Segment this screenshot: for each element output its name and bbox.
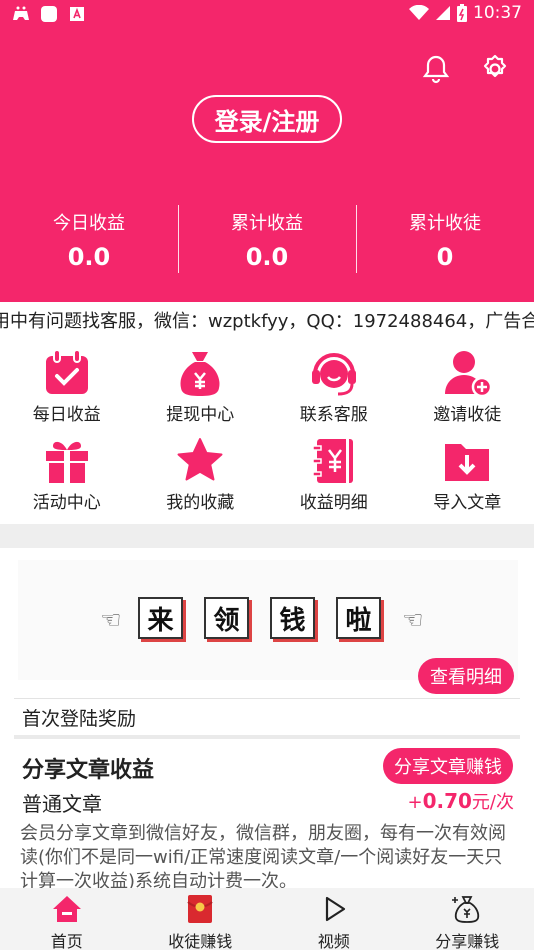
ledger-icon [312,439,353,483]
earnings-card: ☜ 来 领 钱 啦 ☜ 查看明细 首次登陆奖励 分享文章收益 分享文章赚钱 普通… [0,548,534,888]
star-icon [177,438,223,481]
status-time: 10:37 [473,3,522,23]
gear-icon[interactable] [478,52,512,86]
divider [14,698,520,699]
grid-item-withdraw-center[interactable]: 提现中心 [134,342,268,430]
view-details-button[interactable]: 查看明细 [418,658,514,694]
divider [14,735,520,739]
status-notifications [12,5,86,23]
tab-label: 分享赚钱 [435,932,500,950]
share-description: 会员分享文章到微信好友，微信群，朋友圈，每有一次有效阅读(你们不是同一wifi/… [20,823,506,888]
grid-label: 邀请收徒 [433,405,502,425]
banner-char: 钱 [270,597,315,639]
grid-item-invite-apprentice[interactable]: 邀请收徒 [401,342,534,430]
stat-total-apprentices[interactable]: 累计收徒 0 [356,205,534,275]
bottom-tab-bar: 首页 收徒赚钱 视频 分享赚钱 [0,888,534,950]
stat-value: 0.0 [245,243,289,271]
price-prefix: + [407,792,423,813]
notice-text: 用中有问题找客服，微信：wzptkfyy，QQ：1972488464，广告合 [0,311,534,332]
stat-today-earnings[interactable]: 今日收益 0.0 [0,205,178,275]
pointing-hand-icon: ☜ [100,606,122,634]
battery-icon [457,4,467,22]
price-value: 0.70 [422,789,472,813]
tab-apprentice-earn[interactable]: 收徒赚钱 [134,888,268,950]
grid-item-contact-support[interactable]: 联系客服 [267,342,401,430]
banner-char: 领 [204,597,249,639]
tab-video[interactable]: 视频 [267,888,401,950]
money-bag-icon [180,352,220,396]
calendar-check-icon [45,349,88,394]
login-register-button[interactable]: 登录/注册 [192,95,342,143]
gift-icon [45,441,88,483]
grid-label: 活动中心 [32,493,101,513]
grid-label: 每日收益 [32,405,101,425]
signal-icon [436,6,450,20]
grid-label: 收益明细 [299,493,368,513]
red-envelope-icon [187,895,213,923]
grid-label: 提现中心 [166,405,235,425]
grid-item-import-article[interactable]: 导入文章 [401,430,534,518]
folder-import-icon [445,444,490,481]
first-login-reward: 首次登陆奖励 [22,708,137,730]
tab-share-earn[interactable]: 分享赚钱 [401,888,534,950]
play-icon [325,896,345,922]
money-bag-outline-icon [452,896,480,923]
stat-label: 今日收益 [53,213,125,234]
wifi-icon [409,5,429,20]
app-square-icon [41,6,57,22]
grid-item-daily-earnings[interactable]: 每日收益 [0,342,134,430]
stats-row: 今日收益 0.0 累计收益 0.0 累计收徒 0 [0,205,534,275]
stat-value: 0 [436,243,454,271]
tab-label: 首页 [50,932,83,950]
stat-label: 累计收徒 [409,213,481,234]
game-controller-icon [13,6,29,20]
stat-value: 0.0 [67,243,111,271]
tab-label: 视频 [317,932,350,950]
user-add-icon [445,351,493,398]
stat-label: 累计收益 [231,213,303,234]
grid-label: 导入文章 [433,493,502,513]
status-bar: 10:37 [0,0,534,28]
stat-total-earnings[interactable]: 累计收益 0.0 [178,205,356,275]
grid-item-activity-center[interactable]: 活动中心 [0,430,134,518]
status-system: 10:37 [409,3,522,23]
bell-icon[interactable] [419,52,453,86]
tab-label: 收徒赚钱 [168,932,233,950]
grid-label: 我的收藏 [166,493,235,513]
grid-item-earnings-details[interactable]: 收益明细 [267,430,401,518]
grid-item-my-favorites[interactable]: 我的收藏 [134,430,268,518]
profile-header: 10:37 登录/注册 今日收益 0.0 累计收益 0.0 累计收徒 0 [0,0,534,302]
share-article-button[interactable]: 分享文章赚钱 [383,748,513,784]
share-earnings-title: 分享文章收益 [22,758,155,783]
headset-icon [311,353,356,396]
home-icon [52,896,81,922]
normal-article-label: 普通文章 [22,792,102,816]
grid-label: 联系客服 [299,405,368,425]
price-unit: 元/次 [471,792,514,813]
price-per-share: +0.70元/次 [407,788,514,814]
feature-grid: 每日收益 提现中心 联系客服 邀请收徒 活动中心 我的收藏 收益明细 导入文章 [0,342,534,524]
font-a-icon [70,7,84,21]
tab-home[interactable]: 首页 [0,888,134,950]
banner-char: 来 [138,597,183,639]
banner-char: 啦 [336,597,381,639]
pointing-hand-icon: ☜ [402,606,424,634]
notice-marquee: 用中有问题找客服，微信：wzptkfyy，QQ：1972488464，广告合 [0,302,534,342]
